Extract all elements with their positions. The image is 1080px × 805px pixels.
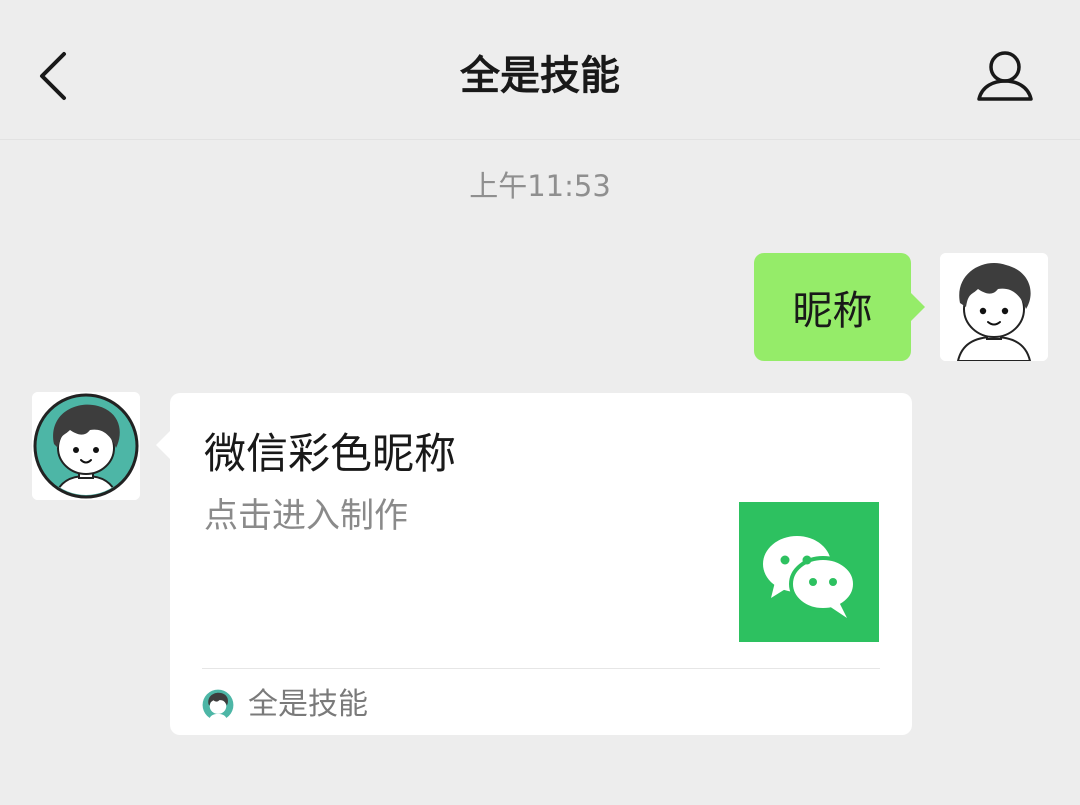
wechat-chat-icon	[763, 536, 857, 618]
my-avatar[interactable]	[940, 253, 1048, 361]
cartoon-boy-avatar	[32, 392, 140, 500]
my-message-bubble[interactable]: 昵称	[754, 253, 925, 361]
card-source: 全是技能	[202, 685, 368, 725]
card-thumbnail	[739, 502, 879, 642]
chat-info-button[interactable]	[974, 48, 1036, 104]
card-source-name: 全是技能	[248, 687, 368, 722]
card-description: 点击进入制作	[204, 496, 408, 536]
chat-title: 全是技能	[460, 53, 620, 99]
source-avatar	[202, 689, 234, 721]
card-title: 微信彩色昵称	[204, 429, 457, 478]
cartoon-boy-avatar	[940, 253, 1048, 361]
my-message-text: 昵称	[792, 288, 873, 334]
card-divider	[202, 668, 880, 669]
person-icon	[977, 51, 1033, 101]
message-timestamp: 上午11:53	[469, 169, 611, 203]
cartoon-boy-avatar	[202, 689, 234, 721]
link-card[interactable]: 微信彩色昵称 点击进入制作 全是技能	[156, 393, 912, 735]
contact-avatar[interactable]	[32, 392, 140, 500]
nav-bar: 全是技能	[0, 0, 1080, 140]
